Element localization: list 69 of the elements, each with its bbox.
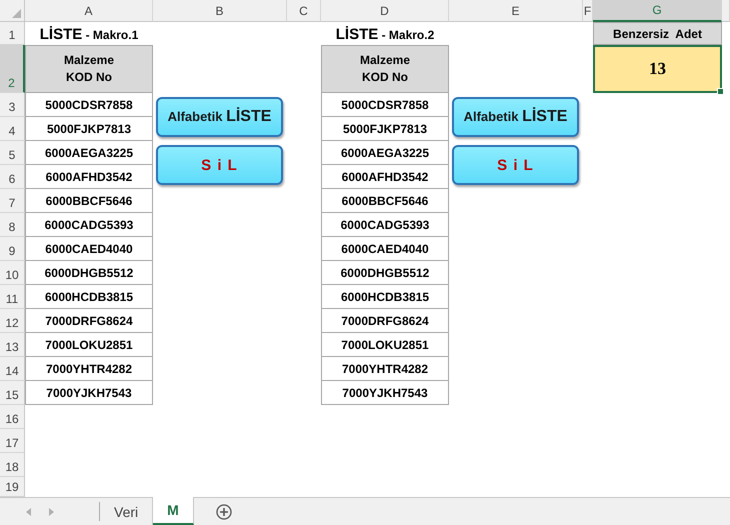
code-cell: 5000FJKP7813 [25, 117, 153, 141]
row-header[interactable]: 14 [0, 357, 25, 381]
code-cell: 6000AEGA3225 [25, 141, 153, 165]
sheet-tab[interactable]: M [153, 497, 194, 525]
column-header[interactable]: C [287, 0, 321, 22]
code-cell: 5000CDSR7858 [321, 93, 449, 117]
code-cell: 7000YJKH7543 [25, 381, 153, 405]
column-heading-cell: Benzersiz Adet [593, 22, 722, 45]
row-header[interactable]: 8 [0, 213, 25, 237]
column-header[interactable]: E [449, 0, 583, 22]
column-header[interactable] [722, 0, 730, 22]
code-cell: 7000YJKH7543 [321, 381, 449, 405]
code-cell: 6000CADG5393 [321, 213, 449, 237]
row-header[interactable]: 1 [0, 22, 25, 45]
add-sheet-icon[interactable] [216, 504, 232, 520]
select-all-corner[interactable] [0, 0, 25, 22]
code-cell: 6000HCDB3815 [25, 285, 153, 309]
column-header[interactable]: A [25, 0, 153, 22]
row-header[interactable]: 17 [0, 429, 25, 453]
code-cell: 7000DRFG8624 [25, 309, 153, 333]
code-cell: 5000CDSR7858 [25, 93, 153, 117]
row-header[interactable]: 2 [0, 45, 25, 93]
sort-button[interactable]: Alfabetik LİSTE [452, 97, 579, 137]
code-cell: 6000AEGA3225 [321, 141, 449, 165]
column-heading-cell: Malzeme KOD No [25, 45, 153, 93]
row-header[interactable]: 5 [0, 141, 25, 165]
count-cell[interactable]: 13 [593, 45, 722, 93]
code-cell: 6000CAED4040 [25, 237, 153, 261]
code-cell: 7000DRFG8624 [321, 309, 449, 333]
code-cell: 5000FJKP7813 [321, 117, 449, 141]
row-header[interactable]: 18 [0, 453, 25, 477]
code-cell: 7000LOKU2851 [25, 333, 153, 357]
code-cell: 7000YHTR4282 [321, 357, 449, 381]
row-header[interactable]: 3 [0, 93, 25, 117]
row-header[interactable]: 9 [0, 237, 25, 261]
code-cell: 7000YHTR4282 [25, 357, 153, 381]
code-cell: 6000DHGB5512 [321, 261, 449, 285]
list-title: LİSTE - Makro.1 [38, 25, 140, 45]
code-cell: 6000AFHD3542 [25, 165, 153, 189]
code-cell: 6000CAED4040 [321, 237, 449, 261]
row-header[interactable]: 13 [0, 333, 25, 357]
code-cell: 6000AFHD3542 [321, 165, 449, 189]
delete-button[interactable]: S i L [452, 145, 579, 185]
row-header[interactable]: 15 [0, 381, 25, 405]
code-cell: 6000CADG5393 [25, 213, 153, 237]
row-header[interactable]: 7 [0, 189, 25, 213]
fill-handle[interactable] [717, 88, 724, 95]
column-heading-cell: Malzeme KOD No [321, 45, 449, 93]
column-header[interactable]: B [153, 0, 287, 22]
code-cell: 6000BBCF5646 [321, 189, 449, 213]
row-header[interactable]: 16 [0, 405, 25, 429]
column-header[interactable]: G [593, 0, 722, 22]
scroll-left-icon[interactable] [26, 508, 31, 516]
code-cell: 6000DHGB5512 [25, 261, 153, 285]
row-header[interactable]: 11 [0, 285, 25, 309]
row-header[interactable]: 6 [0, 165, 25, 189]
delete-button[interactable]: S i L [156, 145, 283, 185]
list-title: LİSTE - Makro.2 [334, 25, 436, 45]
code-cell: 6000HCDB3815 [321, 285, 449, 309]
sort-button[interactable]: Alfabetik LİSTE [156, 97, 283, 137]
row-header[interactable]: 4 [0, 117, 25, 141]
row-header[interactable]: 10 [0, 261, 25, 285]
column-header[interactable]: D [321, 0, 449, 22]
scroll-right-icon[interactable] [49, 508, 54, 516]
column-header[interactable]: F [583, 0, 593, 22]
code-cell: 7000LOKU2851 [321, 333, 449, 357]
row-header[interactable]: 19 [0, 477, 25, 497]
row-header[interactable]: 12 [0, 309, 25, 333]
code-cell: 6000BBCF5646 [25, 189, 153, 213]
